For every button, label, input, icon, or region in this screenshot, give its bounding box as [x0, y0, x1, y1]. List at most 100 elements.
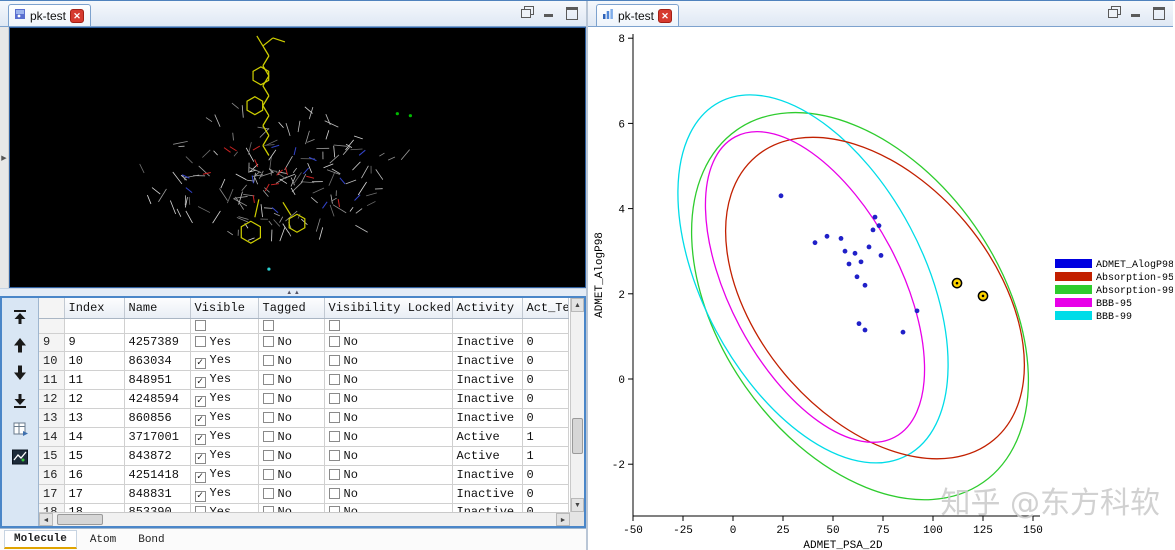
- scatter-point[interactable]: [862, 327, 868, 333]
- column-header[interactable]: Name: [124, 298, 191, 319]
- column-header[interactable]: Act_Te: [522, 298, 569, 319]
- checkbox[interactable]: [262, 336, 274, 347]
- scatter-point[interactable]: [870, 227, 876, 233]
- tab-pk-test-molecule[interactable]: pk-test ✕: [8, 4, 92, 26]
- column-header[interactable]: Index: [64, 298, 125, 319]
- bottom-tab-molecule[interactable]: Molecule: [4, 530, 77, 549]
- checkbox[interactable]: [262, 411, 274, 423]
- checkbox[interactable]: [328, 411, 340, 423]
- checkbox[interactable]: [262, 430, 274, 442]
- vertical-scrollbar[interactable]: ▲ ▼: [570, 298, 584, 512]
- checkbox[interactable]: ✓: [194, 376, 206, 388]
- checkbox[interactable]: [194, 336, 206, 347]
- horizontal-scrollbar[interactable]: ◄ ►: [39, 512, 570, 526]
- checkbox[interactable]: [262, 354, 274, 366]
- column-header[interactable]: Visible: [190, 298, 259, 319]
- checkbox[interactable]: [194, 319, 206, 331]
- table-row[interactable]: 9 9 4257389 Yes No No Inactive 0: [39, 333, 569, 352]
- tab-close-icon[interactable]: ✕: [658, 8, 673, 23]
- scatter-point[interactable]: [914, 308, 920, 314]
- table-row[interactable]: 16 16 4251418 ✓ Yes No No Inactive 0: [39, 465, 569, 485]
- checkbox[interactable]: [328, 392, 340, 404]
- plot-tool-icon[interactable]: [11, 448, 29, 466]
- scatter-point[interactable]: [862, 282, 868, 288]
- checkbox[interactable]: [328, 336, 340, 347]
- table-row[interactable]: 12 12 4248594 ✓ Yes No No Inactive 0: [39, 389, 569, 409]
- checkbox[interactable]: ✓: [194, 414, 206, 426]
- table-row[interactable]: 14 14 3717001 ✓ Yes No No Active 1: [39, 427, 569, 447]
- tab-pk-test-plot[interactable]: pk-test ✕: [596, 4, 680, 26]
- vertical-scroll-thumb[interactable]: [572, 418, 583, 454]
- legend-label: Absorption-95: [1096, 272, 1173, 284]
- checkbox[interactable]: [262, 449, 274, 461]
- aromatic-ring: [252, 66, 270, 86]
- table-row[interactable]: 11 11 848951 ✓ Yes No No Inactive 0: [39, 370, 569, 390]
- table-row[interactable]: 17 17 848831 ✓ Yes No No Inactive 0: [39, 484, 569, 504]
- scatter-point[interactable]: [856, 321, 862, 327]
- checkbox[interactable]: ✓: [194, 357, 206, 369]
- checkbox[interactable]: [262, 373, 274, 385]
- scatter-point[interactable]: [824, 233, 830, 239]
- window-maximize-button[interactable]: [565, 6, 578, 20]
- scatter-point[interactable]: [876, 223, 882, 229]
- bottom-tab-bond[interactable]: Bond: [129, 532, 173, 548]
- scatter-point[interactable]: [842, 248, 848, 254]
- scatter-point[interactable]: [812, 240, 818, 246]
- scatter-point[interactable]: [852, 250, 858, 256]
- window-restore-button[interactable]: [1108, 6, 1121, 18]
- checkbox[interactable]: [262, 468, 274, 480]
- table-row[interactable]: 13 13 860856 ✓ Yes No No Inactive 0: [39, 408, 569, 428]
- checkbox[interactable]: [328, 449, 340, 461]
- column-header[interactable]: Activity: [452, 298, 523, 319]
- scatter-point[interactable]: [900, 329, 906, 335]
- checkbox[interactable]: [328, 354, 340, 366]
- move-down-icon[interactable]: [11, 364, 29, 382]
- splitter-handle[interactable]: ▲ ▲: [0, 288, 586, 296]
- scroll-to-bottom-icon[interactable]: [11, 392, 29, 410]
- move-up-icon[interactable]: [11, 336, 29, 354]
- cell-activity: Active: [452, 446, 523, 466]
- scatter-point[interactable]: [858, 259, 864, 265]
- scatter-point[interactable]: [838, 236, 844, 241]
- table-row-partial[interactable]: [39, 318, 569, 334]
- checkbox[interactable]: ✓: [194, 433, 206, 445]
- checkbox[interactable]: [328, 373, 340, 385]
- table-row[interactable]: 18 18 853390 Yes No No Inactive 0: [39, 503, 569, 512]
- bottom-tab-atom[interactable]: Atom: [81, 532, 125, 548]
- scatter-point[interactable]: [866, 244, 872, 250]
- tab-close-icon[interactable]: ✕: [70, 8, 85, 23]
- scatter-point[interactable]: [778, 193, 784, 199]
- scatter-point[interactable]: [872, 214, 878, 220]
- scroll-to-top-icon[interactable]: [11, 308, 29, 326]
- checkbox[interactable]: [262, 392, 274, 404]
- table-row[interactable]: 15 15 843872 ✓ Yes No No Active 1: [39, 446, 569, 466]
- scatter-point[interactable]: [854, 274, 860, 280]
- window-minimize-button[interactable]: [543, 6, 556, 18]
- checkbox[interactable]: ✓: [194, 395, 206, 407]
- checkbox[interactable]: [328, 319, 340, 331]
- scroll-left-arrow[interactable]: ◄: [39, 513, 53, 526]
- scroll-up-arrow[interactable]: ▲: [571, 298, 584, 312]
- window-restore-button[interactable]: [521, 6, 534, 18]
- checkbox[interactable]: [262, 319, 274, 331]
- table-row[interactable]: 10 10 863034 ✓ Yes No No Inactive 0: [39, 351, 569, 371]
- column-header[interactable]: Visibility Locked: [324, 298, 453, 319]
- column-header[interactable]: Tagged: [258, 298, 325, 319]
- scroll-down-arrow[interactable]: ▼: [571, 498, 584, 512]
- checkbox[interactable]: [328, 487, 340, 499]
- window-maximize-button[interactable]: [1152, 6, 1165, 20]
- scroll-right-arrow[interactable]: ►: [556, 513, 570, 526]
- molecule-3d-viewer[interactable]: [9, 27, 586, 288]
- checkbox[interactable]: [328, 468, 340, 480]
- horizontal-scroll-thumb[interactable]: [57, 514, 103, 525]
- checkbox[interactable]: ✓: [194, 471, 206, 483]
- checkbox[interactable]: ✓: [194, 490, 206, 502]
- checkbox[interactable]: [328, 430, 340, 442]
- window-minimize-button[interactable]: [1130, 6, 1143, 18]
- checkbox[interactable]: [262, 487, 274, 499]
- checkbox[interactable]: ✓: [194, 452, 206, 464]
- scatter-point[interactable]: [846, 261, 852, 267]
- panel-expander[interactable]: ▶: [0, 27, 9, 288]
- scatter-point[interactable]: [878, 253, 884, 258]
- copy-table-icon[interactable]: [11, 420, 29, 438]
